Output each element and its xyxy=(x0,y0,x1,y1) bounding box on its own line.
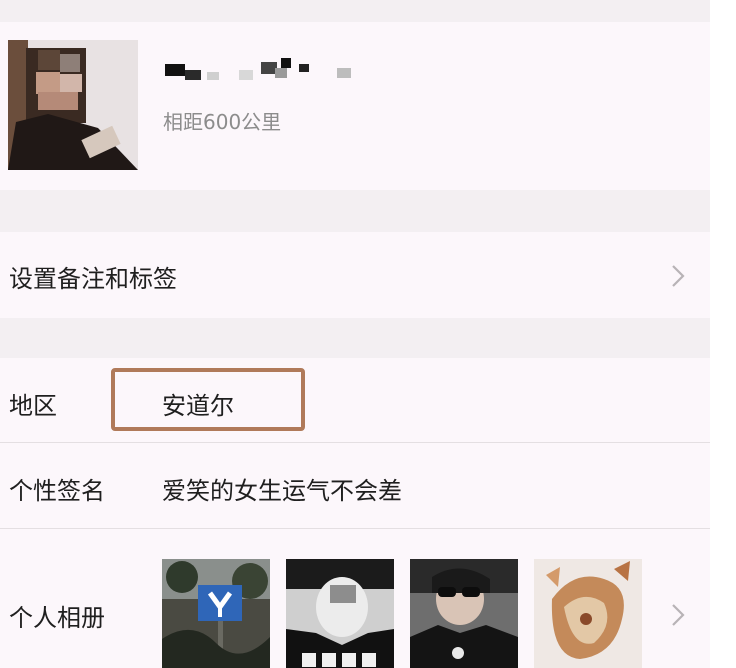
album-photo-1[interactable] xyxy=(162,559,270,668)
row-divider xyxy=(0,442,710,443)
album-photo-3[interactable] xyxy=(410,559,518,668)
album-label[interactable]: 个人相册 xyxy=(9,598,105,633)
woman-sunglasses-photo-icon xyxy=(410,559,518,668)
album-photo-4[interactable] xyxy=(534,559,642,668)
set-remark-label[interactable]: 设置备注和标签 xyxy=(9,259,177,294)
top-strip xyxy=(0,0,710,22)
signature-value: 爱笑的女生运气不会差 xyxy=(162,477,402,505)
avatar[interactable] xyxy=(8,40,138,170)
nickname-mosaic xyxy=(163,56,363,86)
distance-text: 相距600公里 xyxy=(163,110,282,134)
nickname-mosaic-icon xyxy=(165,58,351,80)
region-highlight-box xyxy=(111,368,305,431)
album-photo-2[interactable] xyxy=(286,559,394,668)
woman-mask-photo-icon xyxy=(286,559,394,668)
region-label: 地区 xyxy=(9,392,57,420)
right-margin xyxy=(710,0,736,668)
chevron-right-icon[interactable] xyxy=(667,261,689,291)
road-sign-photo-icon xyxy=(162,559,270,668)
signature-label: 个性签名 xyxy=(9,477,105,505)
profile-avatar-icon xyxy=(8,40,138,170)
drawing-photo-icon xyxy=(534,559,642,668)
section-gap xyxy=(0,190,710,232)
row-divider xyxy=(0,528,710,529)
chevron-right-icon[interactable] xyxy=(667,600,689,630)
section-gap xyxy=(0,318,710,358)
